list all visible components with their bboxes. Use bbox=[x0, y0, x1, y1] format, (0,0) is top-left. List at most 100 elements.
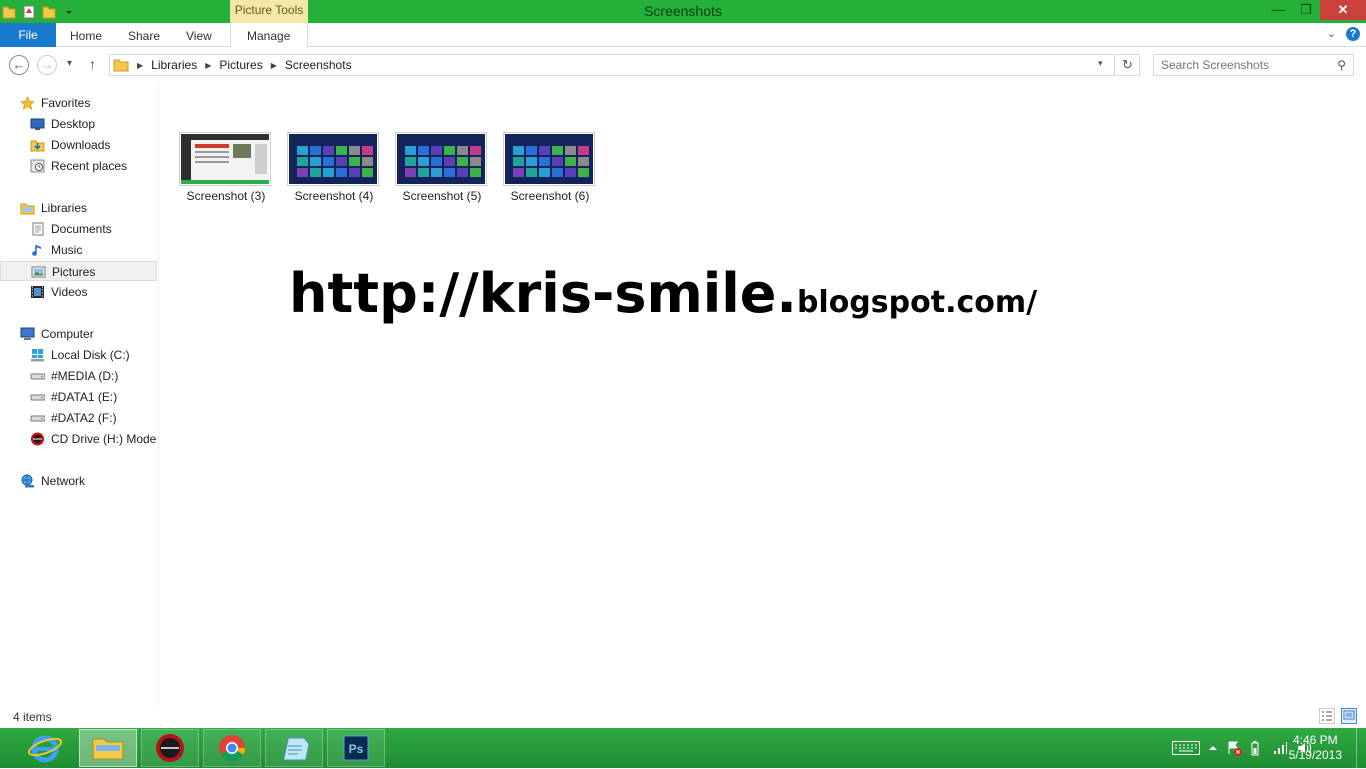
chevron-down-icon[interactable] bbox=[62, 4, 76, 19]
expand-ribbon-icon[interactable]: ⌄ bbox=[1327, 27, 1336, 41]
start-tile bbox=[418, 157, 429, 166]
sidebar-item-data2-f[interactable]: #DATA2 (F:) bbox=[0, 408, 157, 428]
file-thumbnail[interactable] bbox=[179, 132, 271, 186]
file-name[interactable]: Screenshot (4) bbox=[279, 189, 389, 203]
details-view-button[interactable] bbox=[1319, 708, 1335, 724]
start-tile bbox=[405, 168, 416, 177]
sidebar-item-media-d[interactable]: #MEDIA (D:) bbox=[0, 366, 157, 386]
minimize-button[interactable]: — bbox=[1264, 0, 1292, 20]
show-desktop-button[interactable] bbox=[1356, 728, 1366, 768]
file-name[interactable]: Screenshot (3) bbox=[171, 189, 281, 203]
large-icons-view-button[interactable] bbox=[1341, 708, 1357, 724]
file-name[interactable]: Screenshot (5) bbox=[387, 189, 497, 203]
sidebar-item-local-disk-c[interactable]: Local Disk (C:) bbox=[0, 345, 157, 365]
sidebar-item-computer[interactable]: Computer bbox=[0, 324, 157, 344]
start-tile bbox=[310, 146, 321, 155]
sidebar-item-documents[interactable]: Documents bbox=[0, 219, 157, 239]
tab-share[interactable]: Share bbox=[128, 23, 160, 47]
file-thumbnail[interactable] bbox=[395, 132, 487, 186]
clock[interactable]: 4:46 PM 5/19/2013 bbox=[1289, 733, 1342, 763]
tab-view[interactable]: View bbox=[186, 23, 212, 47]
start-tile bbox=[349, 157, 360, 166]
sidebar-item-pictures[interactable]: Pictures bbox=[0, 261, 157, 281]
hard-drive-icon bbox=[30, 394, 45, 401]
action-center-icon[interactable] bbox=[1226, 740, 1242, 756]
breadcrumb-screenshots[interactable]: Screenshots bbox=[285, 58, 352, 72]
start-tile bbox=[539, 157, 550, 166]
maximize-button[interactable]: ❐ bbox=[1292, 0, 1320, 20]
address-dropdown-button[interactable]: ▾ bbox=[1098, 58, 1103, 69]
properties-icon[interactable] bbox=[22, 4, 36, 19]
tab-home[interactable]: Home bbox=[70, 23, 102, 47]
watermark-text: http://kris-smile.blogspot.com/ bbox=[289, 262, 1037, 325]
start-tile bbox=[552, 157, 563, 166]
sidebar-item-downloads[interactable]: Downloads bbox=[0, 135, 157, 155]
photoshop-icon: Ps bbox=[343, 735, 369, 761]
sidebar-item-music[interactable]: Music bbox=[0, 240, 157, 260]
battery-icon[interactable] bbox=[1250, 740, 1264, 756]
thumbnail-image bbox=[397, 134, 485, 184]
sidebar-item-data1-e[interactable]: #DATA1 (E:) bbox=[0, 387, 157, 407]
recent-locations-button[interactable]: ▾ bbox=[67, 58, 72, 69]
new-folder-icon[interactable] bbox=[42, 4, 56, 19]
forward-button[interactable]: → bbox=[37, 55, 57, 75]
up-button[interactable]: ↑ bbox=[89, 56, 96, 72]
sidebar-item-favorites[interactable]: Favorites bbox=[0, 93, 157, 113]
sidebar-item-libraries[interactable]: Libraries bbox=[0, 198, 157, 218]
desktop-icon bbox=[30, 118, 45, 130]
folder-icon bbox=[113, 59, 129, 72]
clock-time: 4:46 PM bbox=[1292, 733, 1338, 747]
music-icon bbox=[32, 245, 41, 256]
start-tile bbox=[513, 168, 524, 177]
taskbar-chrome[interactable] bbox=[203, 729, 261, 767]
tab-file[interactable]: File bbox=[0, 23, 56, 47]
start-tile bbox=[418, 146, 429, 155]
close-button[interactable]: ✕ bbox=[1320, 0, 1366, 20]
keyboard-icon[interactable] bbox=[1172, 741, 1200, 755]
sidebar-item-desktop[interactable]: Desktop bbox=[0, 114, 157, 134]
folder-icon[interactable] bbox=[2, 4, 16, 19]
details-view-icon bbox=[1322, 711, 1332, 721]
taskbar-internet-explorer[interactable] bbox=[16, 730, 74, 766]
windows-drive-icon bbox=[31, 349, 44, 362]
file-thumbnail[interactable] bbox=[287, 132, 379, 186]
cd-drive-icon bbox=[31, 432, 44, 446]
sidebar-item-videos[interactable]: Videos bbox=[0, 282, 157, 302]
signal-icon[interactable] bbox=[1272, 740, 1288, 756]
start-tile bbox=[297, 157, 308, 166]
clock-date: 5/19/2013 bbox=[1288, 748, 1342, 762]
help-icon[interactable]: ? bbox=[1346, 27, 1360, 41]
taskbar-notepad[interactable] bbox=[265, 729, 323, 767]
sidebar-item-cd-drive-h[interactable]: CD Drive (H:) Modem bbox=[0, 429, 157, 449]
start-tile bbox=[444, 146, 455, 155]
hard-drive-icon bbox=[30, 373, 45, 380]
search-icon[interactable]: ⚲ bbox=[1337, 58, 1346, 72]
breadcrumb-separator[interactable]: ▶ bbox=[205, 61, 211, 70]
tab-manage[interactable]: Manage bbox=[247, 23, 290, 47]
file-name[interactable]: Screenshot (6) bbox=[495, 189, 605, 203]
start-tile bbox=[444, 168, 455, 177]
show-hidden-icons-icon[interactable] bbox=[1208, 743, 1218, 753]
file-thumbnail[interactable] bbox=[503, 132, 595, 186]
start-tile bbox=[323, 168, 334, 177]
search-input[interactable] bbox=[1154, 55, 1329, 75]
taskbar-photoshop[interactable]: Ps bbox=[327, 729, 385, 767]
breadcrumb-separator[interactable]: ▶ bbox=[271, 61, 277, 70]
start-tile bbox=[431, 168, 442, 177]
breadcrumb-separator[interactable]: ▶ bbox=[137, 61, 143, 70]
breadcrumb-libraries[interactable]: Libraries bbox=[151, 58, 197, 72]
taskbar-file-explorer[interactable] bbox=[79, 729, 137, 767]
computer-icon bbox=[20, 327, 35, 340]
start-tile bbox=[552, 146, 563, 155]
sidebar-item-network[interactable]: Network bbox=[0, 471, 157, 491]
refresh-button[interactable]: ↻ bbox=[1116, 54, 1140, 76]
back-button[interactable]: ← bbox=[9, 55, 29, 75]
start-tile bbox=[349, 168, 360, 177]
sidebar-item-recent-places[interactable]: Recent places bbox=[0, 156, 157, 176]
start-tile bbox=[578, 157, 589, 166]
breadcrumb-pictures[interactable]: Pictures bbox=[219, 58, 262, 72]
videos-icon bbox=[31, 286, 44, 298]
taskbar-smartfren[interactable] bbox=[141, 729, 199, 767]
search-box: ⚲ bbox=[1153, 54, 1354, 76]
start-tile bbox=[470, 157, 481, 166]
